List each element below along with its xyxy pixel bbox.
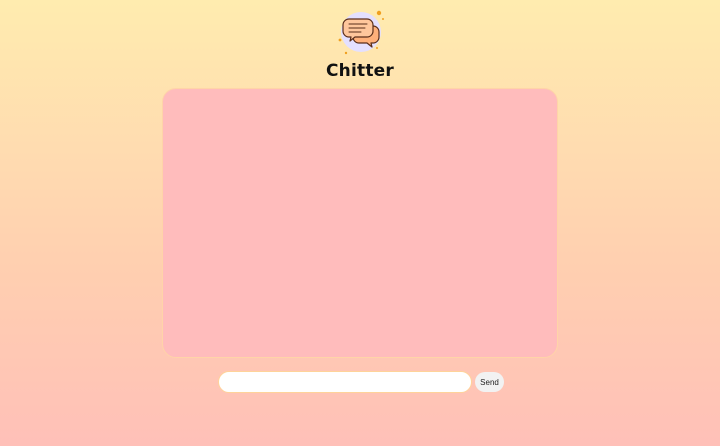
message-input[interactable] (218, 371, 472, 393)
chat-messages-area[interactable] (162, 88, 558, 358)
send-button[interactable]: Send (475, 372, 504, 392)
chat-bubbles-icon (335, 8, 387, 56)
app-title: Chitter (326, 61, 394, 81)
